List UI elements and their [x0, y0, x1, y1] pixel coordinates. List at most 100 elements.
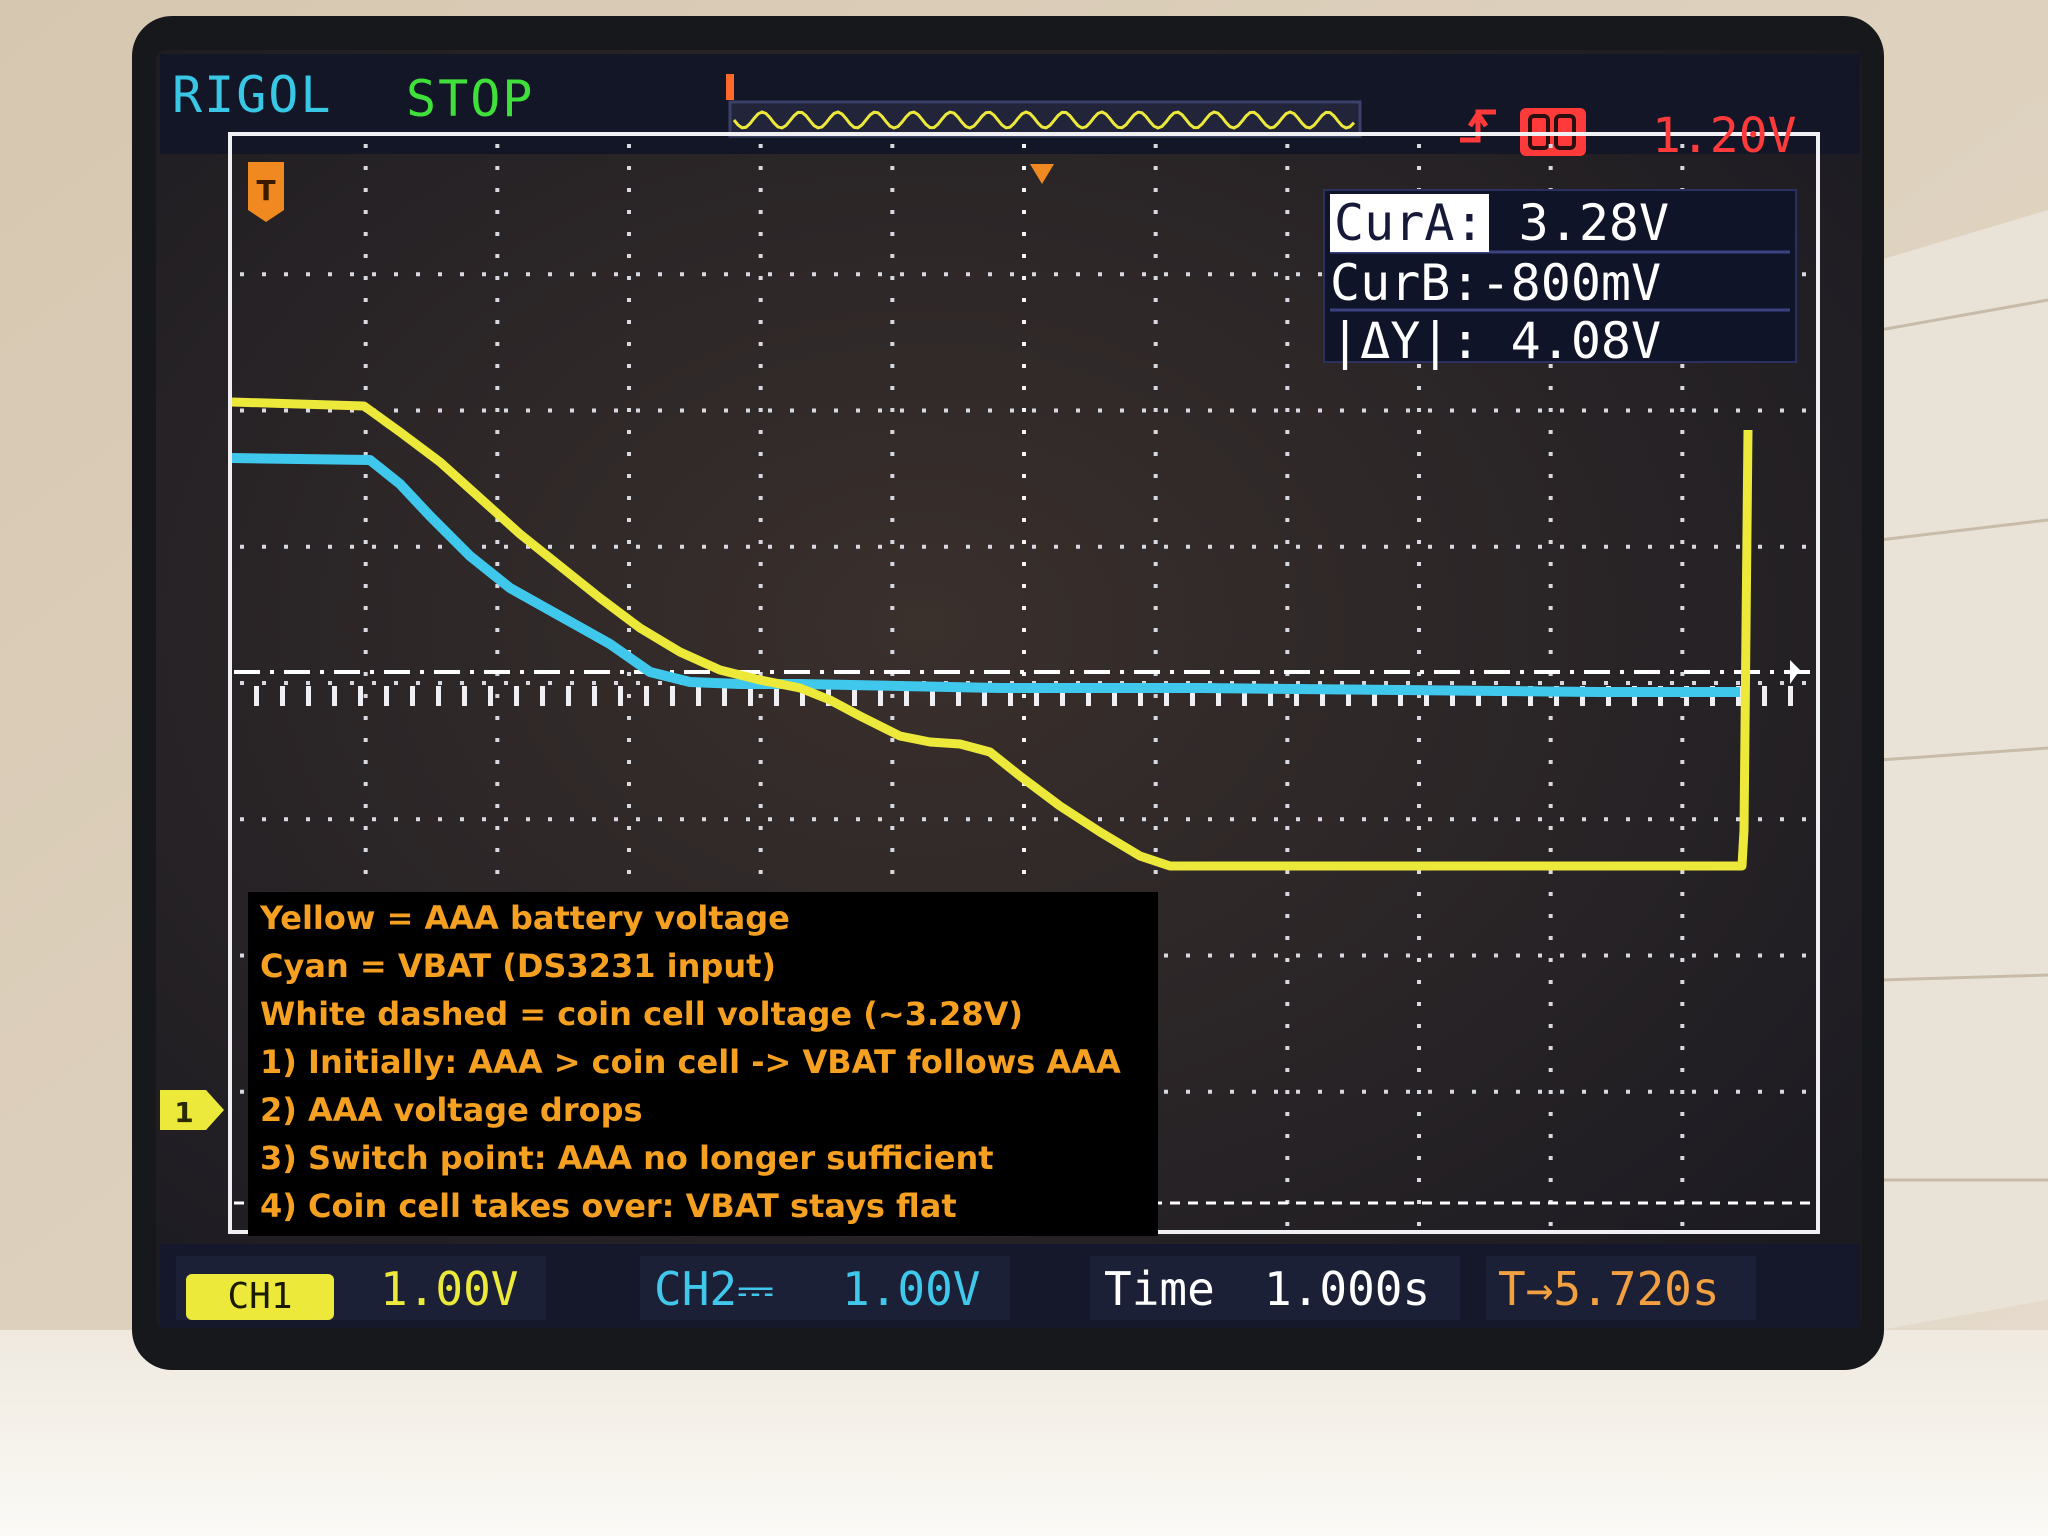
grid-dot — [856, 817, 860, 822]
grid-dot — [1680, 1156, 1685, 1160]
grid-dot — [658, 544, 662, 549]
grid-dot — [1516, 817, 1520, 822]
grid-dot — [1054, 272, 1058, 277]
grid-dot — [1022, 716, 1026, 720]
grid-dot — [1560, 953, 1564, 958]
grid-dot — [1274, 408, 1278, 413]
grid-dot — [1472, 408, 1476, 413]
run-status[interactable]: STOP — [406, 70, 534, 128]
grid-dot — [1022, 320, 1026, 324]
grid-dot — [627, 452, 631, 456]
grid-dot — [1032, 408, 1036, 413]
grid-dot — [1548, 826, 1553, 830]
grid-dot — [350, 272, 354, 277]
grid-dot — [1548, 1112, 1553, 1116]
ch1-scale[interactable]: 1.00V — [380, 1262, 518, 1316]
grid-dot — [636, 544, 640, 549]
grid-dot — [1417, 606, 1421, 610]
cursor-a-row: CurA: 3.28V — [1330, 194, 1669, 252]
grid-dot — [262, 272, 266, 277]
grid-dot — [1538, 544, 1542, 549]
grid-dot — [812, 544, 816, 549]
grid-dot — [1560, 1089, 1564, 1094]
grid-dot — [1252, 272, 1256, 277]
grid-dot — [1142, 817, 1146, 822]
grid-dot — [1802, 681, 1806, 685]
grid-dot — [1472, 1089, 1476, 1094]
grid-dot — [758, 386, 763, 390]
grid-dot — [1285, 914, 1290, 918]
grid-dot — [856, 544, 860, 549]
grid-dot — [1022, 826, 1026, 830]
grid-dot — [495, 386, 500, 390]
time-scale[interactable]: 1.000s — [1264, 1262, 1430, 1316]
grid-dot — [627, 870, 631, 874]
grid-dot — [627, 408, 631, 412]
grid-dot — [746, 817, 750, 822]
grid-dot — [1428, 953, 1432, 958]
grid-dot — [1252, 953, 1256, 958]
grid-dot — [1098, 408, 1102, 413]
grid-dot — [1230, 544, 1234, 549]
ch1-label[interactable]: CH1 — [186, 1274, 334, 1320]
grid-dot — [758, 716, 763, 720]
grid-dot — [363, 188, 368, 192]
grid-dot — [1153, 408, 1158, 412]
grid-dot — [758, 738, 763, 742]
grid-dot — [1022, 364, 1026, 368]
grid-dot — [1285, 1002, 1290, 1006]
grid-dot — [1736, 953, 1740, 958]
grid-dot — [1604, 544, 1608, 549]
grid-dot — [1274, 544, 1278, 549]
grid-dot — [495, 848, 500, 852]
grid-dot — [363, 342, 368, 346]
grid-dot — [1417, 958, 1421, 962]
grid-dot — [890, 606, 895, 610]
grid-dot — [922, 272, 926, 277]
grid-dot — [548, 681, 552, 685]
grid-dot — [878, 272, 882, 277]
grid-dot — [1032, 272, 1036, 277]
grid-dot — [1548, 1002, 1553, 1006]
grid-dot — [1417, 1156, 1421, 1160]
grid-dot — [1604, 817, 1608, 822]
grid-dot — [1680, 760, 1685, 764]
grid-dot — [306, 817, 310, 822]
ch2-label[interactable]: CH2⎓ — [654, 1262, 774, 1318]
grid-dot — [1010, 408, 1014, 413]
delta-y-label: |ΔY|: — [1330, 312, 1481, 370]
grid-dot — [1285, 694, 1290, 698]
grid-dot — [1472, 953, 1476, 958]
grid-dot — [416, 272, 420, 277]
grid-dot — [1285, 1222, 1290, 1226]
grid-dot — [1230, 1089, 1234, 1094]
grid-dot — [890, 210, 895, 214]
grid-dot — [1626, 817, 1630, 822]
grid-dot — [746, 408, 750, 413]
grid-dot — [627, 782, 631, 786]
grid-dot — [1153, 298, 1158, 302]
grid-dot — [658, 408, 662, 413]
grid-dot — [1153, 606, 1158, 610]
grid-dot — [890, 254, 895, 258]
grid-dot — [1285, 1090, 1290, 1094]
grid-dot — [1626, 681, 1630, 685]
grid-dot — [1384, 544, 1388, 549]
grid-dot — [1285, 738, 1290, 742]
grid-dot — [890, 144, 895, 148]
trigger-marker-icon: T — [248, 162, 284, 222]
grid-dot — [1252, 544, 1256, 549]
grid-dot — [1548, 716, 1553, 720]
grid-dot — [350, 817, 354, 822]
ch2-scale[interactable]: 1.00V — [842, 1262, 980, 1316]
grid-dot — [627, 760, 631, 764]
grid-dot — [1296, 544, 1300, 549]
grid-dot — [1153, 716, 1158, 720]
grid-dot — [1076, 408, 1080, 413]
grid-dot — [1022, 606, 1026, 610]
grid-dot — [328, 817, 332, 822]
grid-dot — [1758, 544, 1762, 549]
trigger-offset[interactable]: T→5.720s — [1498, 1262, 1720, 1316]
grid-dot — [1450, 1089, 1454, 1094]
grid-dot — [548, 272, 552, 277]
